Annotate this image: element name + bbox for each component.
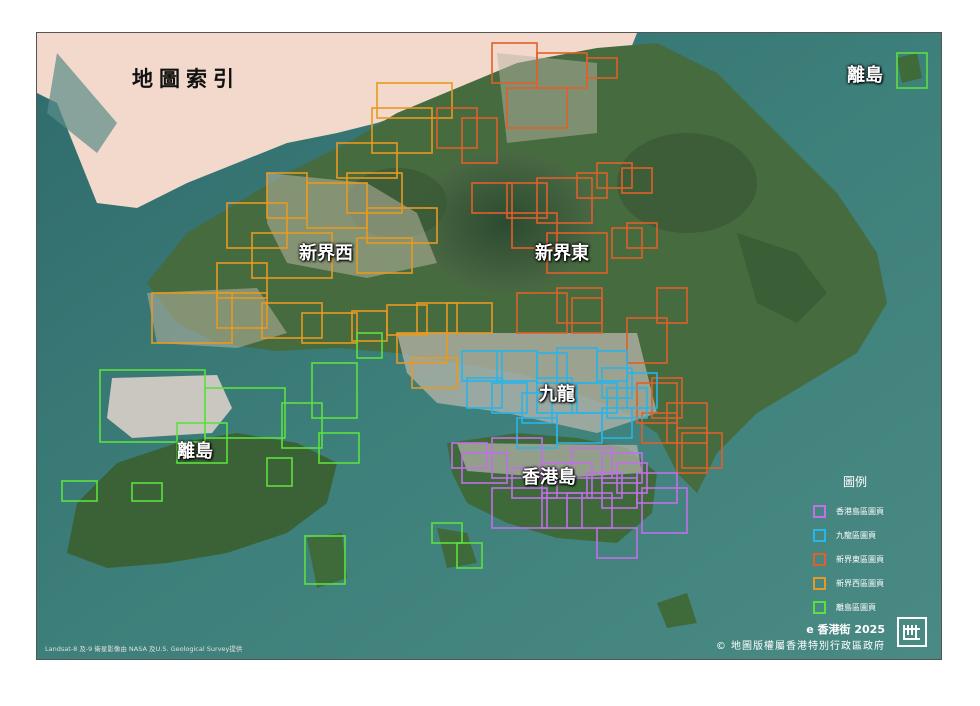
region-label-kowloon[interactable]: 九龍 (539, 380, 575, 406)
region-label-hk-island[interactable]: 香港島 (522, 463, 576, 489)
footer-copyright: © 地圖版權屬香港特別行政區政府 (715, 641, 885, 652)
legend-title: 圖例 (843, 475, 868, 489)
legend-item: 新界東區圖頁 (813, 547, 933, 571)
footer-brand: e 香港街 2025 (806, 623, 885, 636)
map-legend: 圖例 香港島區圖頁 九龍區圖頁 新界東區圖頁 新界西區圖頁 離島區圖頁 (813, 473, 933, 619)
map-canvas[interactable]: 地圖索引 新界西 新界東 九龍 香港島 離島 離島 圖例 香港島區圖頁 九龍區圖… (36, 32, 942, 660)
satellite-map[interactable] (37, 33, 942, 660)
legend-swatch (813, 504, 826, 518)
legend-swatch (813, 600, 826, 614)
legend-label: 離島區圖頁 (836, 602, 876, 612)
region-label-islands[interactable]: 離島 (177, 437, 213, 463)
legend-label: 香港島區圖頁 (836, 506, 884, 516)
legend-swatch (813, 528, 826, 542)
airport-area (107, 375, 232, 438)
urban-area (497, 53, 597, 143)
region-label-nt-east[interactable]: 新界東 (535, 239, 589, 265)
legend-item: 離島區圖頁 (813, 595, 933, 619)
legend-item: 香港島區圖頁 (813, 499, 933, 523)
legend-label: 新界西區圖頁 (836, 578, 884, 588)
region-label-nt-west[interactable]: 新界西 (299, 239, 353, 265)
hill-shade (617, 133, 757, 233)
legend-swatch (813, 576, 826, 590)
legend-label: 九龍區圖頁 (836, 530, 876, 540)
legend-swatch (813, 552, 826, 566)
e-hkstreets-logo-icon[interactable] (897, 617, 927, 647)
legend-item: 九龍區圖頁 (813, 523, 933, 547)
imagery-credit: Landsat-8 及-9 衛星影像由 NASA 及U.S. Geologica… (45, 645, 243, 653)
legend-item: 新界西區圖頁 (813, 571, 933, 595)
legend-label: 新界東區圖頁 (836, 554, 884, 564)
map-title: 地圖索引 (132, 67, 240, 91)
region-label-islands-inset[interactable]: 離島 (847, 61, 883, 87)
